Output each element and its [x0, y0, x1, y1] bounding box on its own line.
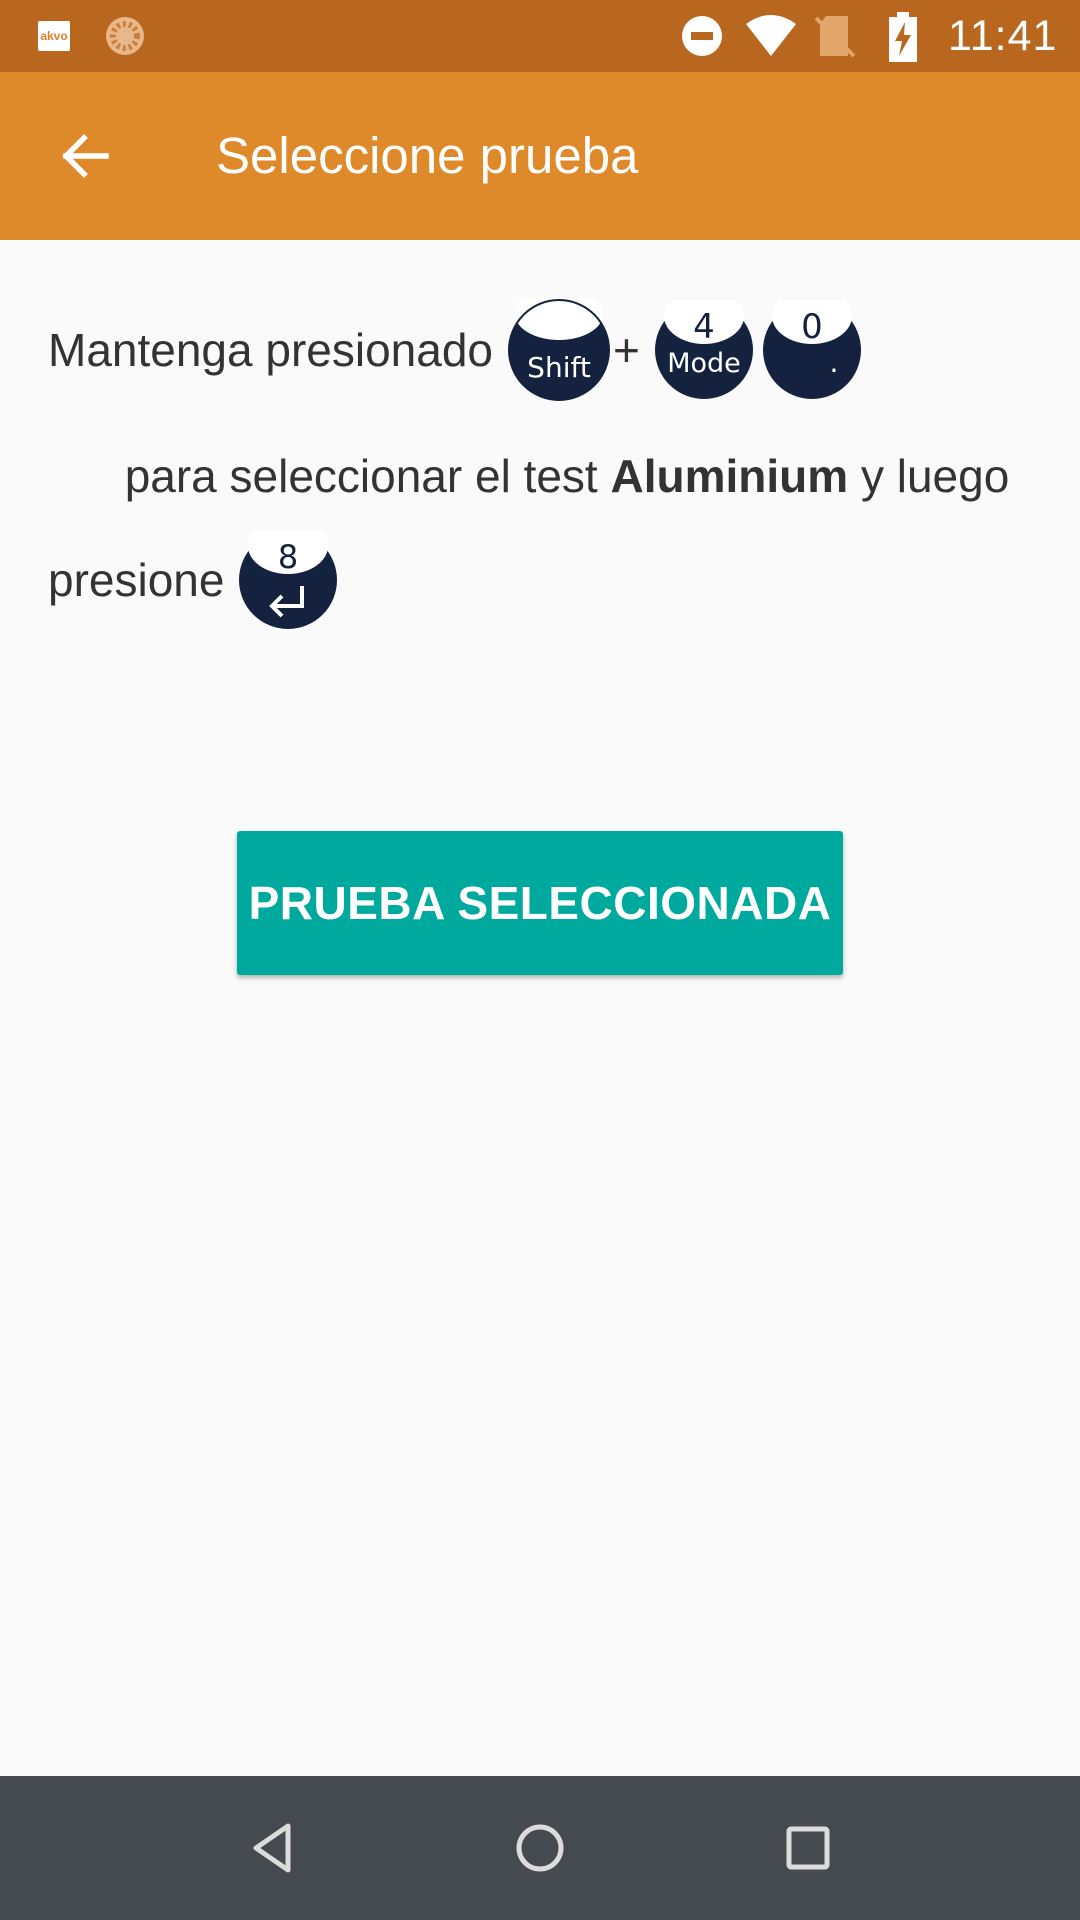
- instruction-text-after: y luego: [848, 450, 1010, 502]
- instruction-text-before: para seleccionar el test: [124, 450, 611, 502]
- no-sim-icon: [814, 16, 856, 58]
- page-title: Seleccione prueba: [216, 127, 639, 184]
- wifi-icon: [746, 15, 796, 56]
- mode-key-top: 4: [693, 307, 715, 347]
- instruction-text: presione: [48, 554, 225, 606]
- battery-charging-icon: [889, 12, 917, 62]
- test-name: Aluminium: [610, 450, 849, 502]
- instruction-text: Mantenga presionado: [48, 324, 493, 376]
- test-selected-button[interactable]: PRUEBA SELECCIONADA: [237, 831, 843, 975]
- clock: 11:41: [948, 12, 1058, 60]
- shift-key-label: Shift: [527, 351, 591, 384]
- zero-key-dot: .: [829, 346, 838, 379]
- akvo-app-icon: akvo: [38, 21, 70, 51]
- navigation-bar: [0, 1776, 1080, 1920]
- enter-key-icon: 8: [239, 530, 338, 629]
- zero-key-icon: 0 .: [762, 300, 861, 399]
- arrow-left-icon: [62, 134, 109, 178]
- plus-sign: +: [613, 324, 640, 376]
- instruction-line-1: Mantenga presionado Shift + 4 Mode 0 .: [48, 298, 862, 401]
- enter-key-top: 8: [278, 538, 298, 576]
- mode-key-icon: 4 Mode: [654, 300, 753, 399]
- nav-recents-icon[interactable]: [774, 1814, 842, 1882]
- zero-key-top: 0: [801, 307, 823, 347]
- do-not-disturb-icon: [682, 16, 722, 56]
- instruction-line-2: para seleccionar el test Aluminium y lue…: [48, 436, 1010, 516]
- status-bar: akvo 11:41: [0, 0, 1080, 72]
- nav-back-icon[interactable]: [240, 1814, 308, 1882]
- back-button[interactable]: [42, 114, 126, 198]
- app-bar: Seleccione prueba: [0, 72, 1080, 240]
- shift-key-icon: Shift: [508, 298, 610, 401]
- nav-home-icon[interactable]: [506, 1814, 574, 1882]
- instructions-panel: Mantenga presionado Shift + 4 Mode 0 . p…: [0, 240, 1080, 1776]
- mode-key-label: Mode: [667, 348, 741, 379]
- instruction-line-3: presione 8: [48, 530, 338, 630]
- sync-icon: [106, 17, 144, 55]
